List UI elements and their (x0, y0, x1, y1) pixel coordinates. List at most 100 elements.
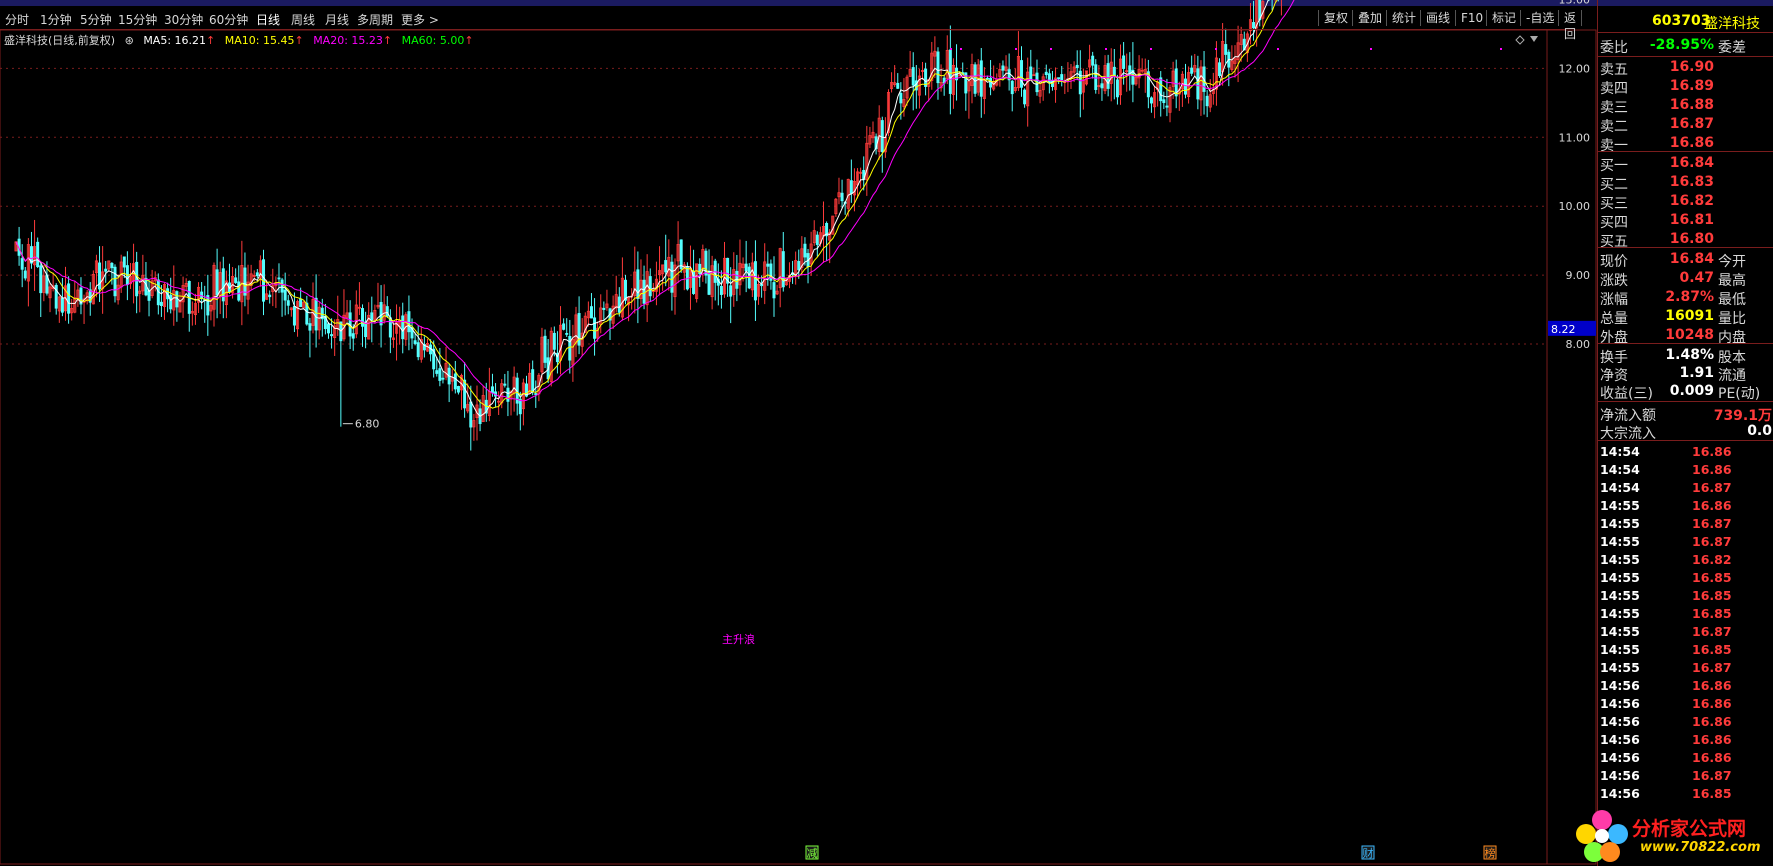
candle-body (744, 263, 748, 272)
candle-body (286, 300, 290, 306)
candle-body (280, 279, 284, 293)
kline-chart[interactable]: 16.0015.0014.0013.0012.0011.0010.009.008… (0, 0, 1597, 866)
tick-time: 14:54 (1600, 462, 1640, 477)
overlay-button[interactable]: 叠加 (1352, 10, 1387, 26)
back-button[interactable]: 返回 (1558, 10, 1583, 41)
diamond-icon[interactable] (1515, 35, 1525, 45)
quote-row: 总量 16091 量比 (1600, 308, 1772, 327)
candle-body (113, 266, 117, 297)
candle-body (243, 267, 247, 296)
fuquan-button[interactable]: 复权 (1318, 10, 1353, 26)
ask-row: 卖四 16.89 (1600, 78, 1772, 97)
candle-body (815, 234, 819, 245)
ask-row-label: 卖三 (1600, 100, 1628, 116)
candle-body (255, 272, 259, 277)
candle-body (351, 333, 355, 339)
period-tab-1min[interactable]: 1分钟 (40, 11, 72, 28)
stat-row-value: 1.91 (1679, 365, 1714, 381)
candle-body (237, 281, 241, 301)
candle-body (36, 241, 40, 268)
period-tab-more[interactable]: 更多 > (401, 11, 439, 28)
candle-body (899, 92, 903, 104)
tick-row: 14:55 16.87 (1600, 660, 1772, 678)
quote-panel: 603703 盛洋科技 委比 -28.95% 委差 卖五 16.90 卖四 16.89… (1597, 0, 1773, 866)
top-dot-marker (1277, 48, 1279, 50)
tick-row: 14:55 16.87 (1600, 534, 1772, 552)
candle-body (1047, 73, 1051, 84)
candle-body (283, 289, 287, 301)
y-tick-label: 10.00 (1559, 200, 1591, 213)
period-tab-multi[interactable]: 多周期 (357, 11, 393, 28)
mark-button[interactable]: 标记 (1486, 10, 1521, 26)
candle-body (292, 306, 296, 326)
bid-row: 买二 16.83 (1600, 174, 1772, 193)
tick-time: 14:55 (1600, 624, 1640, 639)
stock-name: 盛洋科技 (1704, 16, 1760, 32)
period-tab-5min[interactable]: 5分钟 (80, 11, 112, 28)
bid-row-value: 16.80 (1669, 231, 1714, 247)
candle-body (896, 82, 900, 89)
top-dot-marker (1105, 48, 1107, 50)
candle-body (1029, 66, 1033, 81)
top-dot-marker (950, 48, 952, 50)
candle-body (543, 335, 547, 363)
y-tick-label: 13.00 (1559, 0, 1591, 7)
candle-body (39, 265, 43, 294)
candle-body (781, 251, 785, 288)
tick-price: 16.86 (1692, 498, 1732, 513)
candle-body (707, 270, 711, 295)
quote-row-value: 2.87% (1665, 289, 1714, 305)
ma60-value: MA60: 5.00↑ (401, 34, 474, 47)
period-tab-30min[interactable]: 30分钟 (164, 11, 203, 28)
tick-price: 16.86 (1692, 750, 1732, 765)
candle-body (1075, 64, 1079, 69)
period-tab-daily[interactable]: 日线 (256, 11, 280, 28)
candle-body (1183, 78, 1187, 95)
candle-body (268, 294, 272, 298)
ma10-value: MA10: 15.45↑ (224, 34, 304, 47)
candle-body (385, 306, 389, 317)
period-tab-15min[interactable]: 15分钟 (118, 11, 157, 28)
candle-body (1159, 77, 1163, 102)
f10-button[interactable]: F10 (1455, 10, 1488, 26)
candle-body (60, 297, 64, 313)
candle-body (435, 370, 439, 374)
candle-body (1057, 77, 1061, 80)
stat-row: 净资 1.91 流通 (1600, 365, 1772, 384)
candle-body (1205, 95, 1209, 107)
period-tab-60min[interactable]: 60分钟 (209, 11, 248, 28)
candle-body (104, 268, 108, 272)
candle-body (1115, 79, 1119, 98)
candle-body (215, 269, 219, 296)
candle-body (506, 387, 510, 402)
stat-row-right-label: 股本 (1718, 350, 1746, 366)
stats-button[interactable]: 统计 (1386, 10, 1421, 26)
period-tab-monthly[interactable]: 月线 (325, 11, 349, 28)
candle-body (413, 340, 417, 344)
candle-body (370, 312, 374, 321)
bid-row: 买四 16.81 (1600, 212, 1772, 231)
tick-price: 16.87 (1692, 768, 1732, 783)
period-toolbar: 分时 1分钟 5分钟 15分钟 30分钟 60分钟 日线 周线 月线 多周期 更… (0, 8, 1583, 41)
candle-body (936, 51, 940, 84)
tick-row: 14:55 16.85 (1600, 606, 1772, 624)
webi-label: 委比 (1600, 40, 1628, 56)
bid-row-value: 16.82 (1669, 193, 1714, 209)
tick-time: 14:55 (1600, 516, 1640, 531)
tick-price: 16.85 (1692, 606, 1732, 621)
candle-body (880, 120, 884, 153)
bid-row-label: 买三 (1600, 196, 1628, 212)
candle-body (670, 261, 674, 293)
candle-body (1165, 105, 1169, 108)
remove-favorite-button[interactable]: -自选 (1520, 10, 1559, 26)
candle-body (636, 269, 640, 299)
ask-row-value: 16.86 (1669, 135, 1714, 151)
candle-body (1023, 89, 1027, 105)
draw-line-button[interactable]: 画线 (1420, 10, 1455, 26)
collapse-triangle-icon[interactable] (1530, 36, 1538, 42)
settings-icon[interactable]: ⊛ (125, 34, 134, 47)
period-tab-weekly[interactable]: 周线 (291, 11, 315, 28)
period-tab-fenshi[interactable]: 分时 (5, 11, 29, 28)
candle-body (277, 277, 281, 280)
candle-body (840, 192, 844, 202)
